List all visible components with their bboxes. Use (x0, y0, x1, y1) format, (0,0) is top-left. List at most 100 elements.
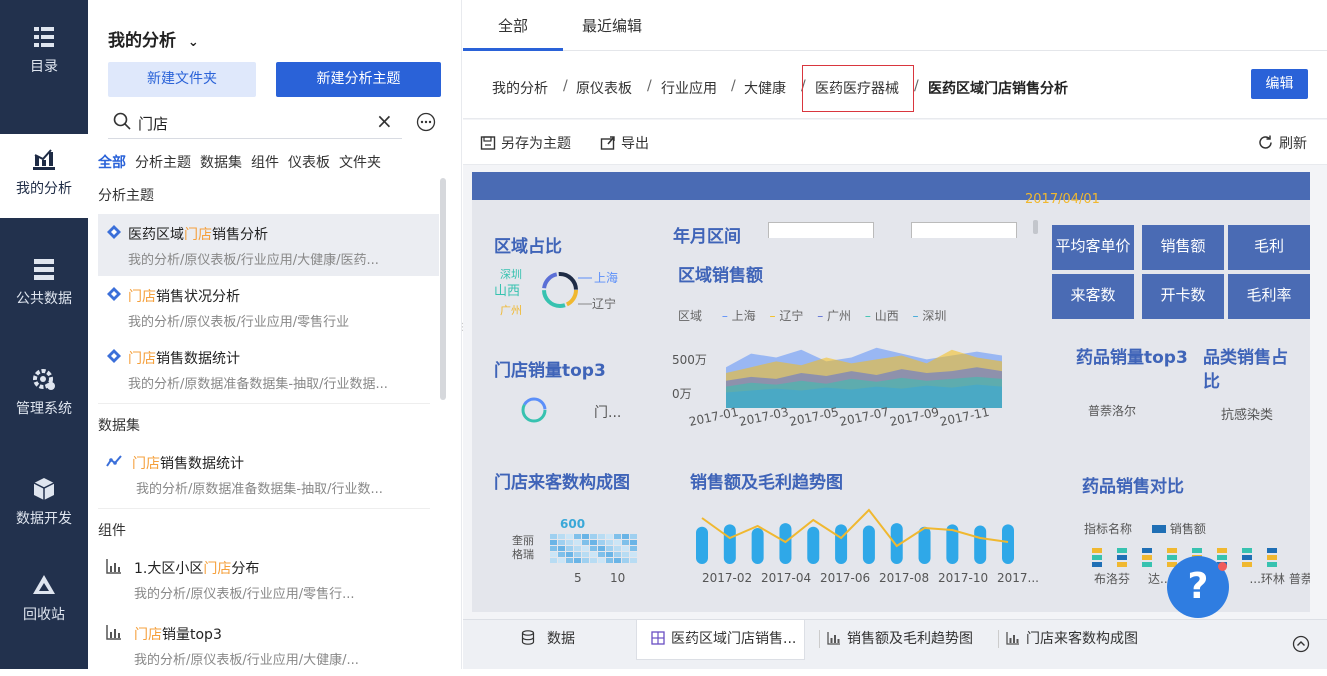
bottom-tab-data[interactable]: 数据 (521, 620, 575, 660)
dashboard-preview[interactable]: 2017/04/01 区域占比 上海 山西 辽宁 深圳 广州 年月区间 区域销售… (472, 172, 1310, 612)
trend-bar (696, 526, 708, 564)
vertical-divider (819, 630, 820, 648)
divider (98, 508, 430, 509)
breadcrumb-separator: / (647, 78, 652, 94)
heatmap-cell (550, 546, 557, 551)
x-tick-label: 2017-08 (879, 571, 929, 585)
result-item[interactable]: 门店销售数据统计 我的分析/原数据准备数据集-抽取/行业数据... (98, 338, 439, 400)
breadcrumb-separator: / (563, 78, 568, 94)
compare-bar (1092, 555, 1102, 560)
section-title-components: 组件 (98, 523, 126, 539)
filter-tab-dashboard[interactable]: 仪表板 (288, 155, 330, 171)
kpi-gross-profit[interactable]: 毛利 (1228, 225, 1310, 270)
clear-icon[interactable]: × (376, 109, 393, 133)
refresh-label: 刷新 (1279, 136, 1307, 152)
breadcrumb-item[interactable]: 行业应用 (661, 78, 717, 98)
heatmap-cell (590, 540, 597, 545)
kpi-visitors[interactable]: 来客数 (1052, 274, 1134, 319)
nav-item-label: 管理系统 (16, 401, 72, 417)
edit-button[interactable]: 编辑 (1251, 69, 1308, 99)
widget-title: 品类销售占比 (1203, 348, 1288, 392)
breadcrumb-item[interactable]: 大健康 (744, 78, 786, 98)
heatmap-cell (614, 552, 621, 557)
new-subject-button[interactable]: 新建分析主题 (276, 62, 441, 97)
heatmap-cell (574, 540, 581, 545)
date-select-end[interactable] (911, 222, 1017, 238)
breadcrumb-item[interactable]: 我的分析 (492, 78, 548, 98)
nav-item-public-data[interactable]: 公共数据 (0, 256, 88, 340)
top3-item-label: 门... (594, 405, 622, 421)
chevron-down-icon[interactable]: ⌄ (188, 35, 199, 50)
x-tick-label: 2017-11 (939, 405, 991, 427)
result-item[interactable]: 门店销量top3 我的分析/原仪表板/行业应用/大健康/... (98, 614, 439, 676)
heatmap-cell (614, 558, 621, 563)
widget-title: 门店销量top3 (494, 361, 606, 381)
result-item[interactable]: 门店销售数据统计 我的分析/原数据准备数据集-抽取/行业数... (98, 443, 439, 505)
bottom-tab-label: 医药区域门店销售... (671, 631, 797, 647)
donut-label: 深圳 (500, 268, 522, 281)
compare-bar (1092, 548, 1102, 553)
heatmap-cell (614, 546, 621, 551)
result-item[interactable]: 1.大区小区门店分布 我的分析/原仪表板/行业应用/零售行... (98, 548, 439, 610)
breadcrumb-item[interactable]: 原仪表板 (576, 78, 632, 98)
bottom-tab-trend[interactable]: 销售额及毛利趋势图 (827, 620, 973, 660)
scroll-thumb[interactable] (1033, 220, 1038, 234)
refresh-button[interactable]: 刷新 (1257, 133, 1307, 153)
filter-tab-folder[interactable]: 文件夹 (339, 155, 381, 171)
result-item[interactable]: 门店销售状况分析 我的分析/原仪表板/行业应用/零售行业 (98, 276, 439, 338)
filter-tab-all[interactable]: 全部 (98, 155, 126, 171)
filter-tab-component[interactable]: 组件 (251, 155, 279, 171)
kpi-cards[interactable]: 开卡数 (1142, 274, 1224, 319)
breadcrumb-separator: / (914, 78, 919, 94)
nav-item-label: 数据开发 (16, 511, 72, 527)
kpi-avg-order[interactable]: 平均客单价 (1052, 225, 1134, 270)
heatmap-x-label: 5 (574, 571, 582, 585)
trend-chart: 2017-02 2017-04 2017-06 2017-08 2017-10 2017.… (696, 508, 1038, 585)
dashboard-icon (651, 631, 665, 645)
nav-item-recycle-bin[interactable]: 回收站 (0, 572, 88, 656)
filter-tab-subject[interactable]: 分析主题 (135, 155, 191, 171)
notification-dot (1218, 562, 1227, 571)
bottom-tab-dashboard[interactable]: 医药区域门店销售... (636, 620, 806, 660)
compare-bar (1217, 548, 1227, 553)
nav-item-data-dev[interactable]: 数据开发 (0, 476, 88, 560)
heatmap-cell (590, 534, 597, 539)
compare-bar (1167, 548, 1177, 553)
new-folder-button[interactable]: 新建文件夹 (108, 62, 256, 97)
date-select-start[interactable] (768, 222, 874, 238)
search-input[interactable]: 门店 × (108, 105, 402, 139)
tab-recent[interactable]: 最近编辑 (582, 15, 642, 36)
compare-bar (1167, 555, 1177, 560)
collapse-up-icon[interactable] (1292, 635, 1310, 653)
tab-all[interactable]: 全部 (498, 15, 528, 36)
heatmap-row-label: 奎丽 (512, 533, 534, 547)
result-path: 我的分析/原仪表板/行业应用/零售行... (134, 587, 355, 602)
divider (98, 403, 430, 404)
scrollbar[interactable] (440, 178, 446, 400)
x-tick-label: 2017-10 (938, 571, 988, 585)
result-path: 我的分析/原数据准备数据集-抽取/行业数... (136, 482, 383, 497)
widget-title: 药品销售对比 (1082, 477, 1184, 497)
nav-item-my-analysis[interactable]: 我的分析 (0, 134, 88, 218)
save-as-subject-button[interactable]: 另存为主题 (480, 133, 571, 153)
kpi-sales[interactable]: 销售额 (1142, 225, 1224, 270)
heatmap-cell (598, 552, 605, 557)
heatmap-cell (590, 552, 597, 557)
heatmap-cell (558, 552, 565, 557)
heatmap-cell (550, 540, 557, 545)
nav-item-catalog[interactable]: 目录 (0, 24, 88, 108)
analysis-icon (33, 149, 55, 170)
more-icon[interactable] (416, 112, 436, 132)
heatmap-cell (598, 534, 605, 539)
highlight-box (802, 65, 914, 112)
nav-item-manage-system[interactable]: 管理系统 (0, 366, 88, 450)
result-item[interactable]: 医药区域门店销售分析 我的分析/原仪表板/行业应用/大健康/医药... (98, 214, 439, 276)
filter-tab-dataset[interactable]: 数据集 (200, 155, 242, 171)
panel-title[interactable]: 我的分析 ⌄ (108, 26, 199, 51)
bottom-tab-visitors[interactable]: 门店来客数构成图 (1006, 620, 1138, 660)
export-button[interactable]: 导出 (600, 133, 649, 153)
trend-bar (862, 525, 875, 564)
kpi-margin[interactable]: 毛利率 (1228, 274, 1310, 319)
result-title: 医药区域门店销售分析 (128, 227, 268, 243)
heatmap-chart: 600 奎丽格瑞 5 10 (512, 517, 637, 585)
